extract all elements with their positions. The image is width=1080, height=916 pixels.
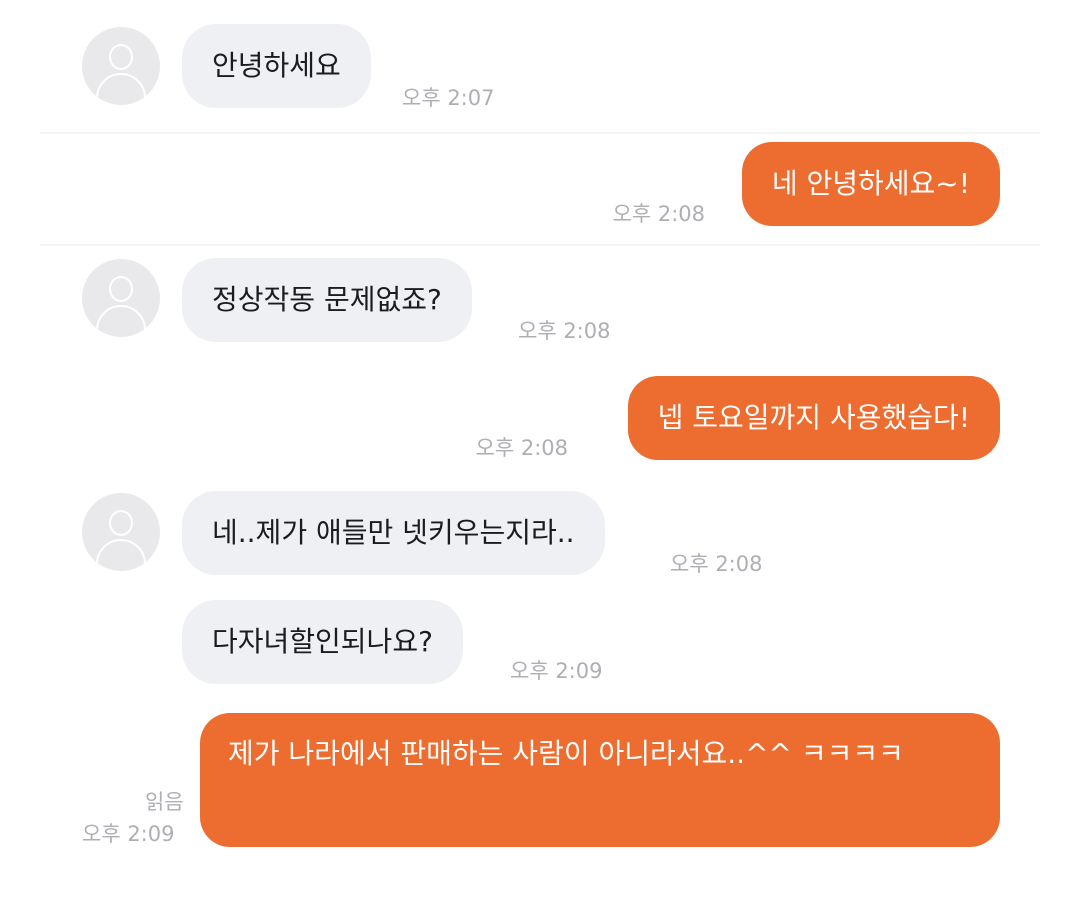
incoming-message-bubble[interactable]: 네..제가 애들만 넷키우는지라.. bbox=[182, 491, 605, 575]
avatar-shoulders-shape bbox=[96, 73, 146, 105]
avatar-shoulders-shape bbox=[96, 539, 146, 571]
outgoing-message-bubble[interactable]: 제가 나라에서 판매하는 사람이 아니라서요..^^ ㅋㅋㅋㅋ bbox=[200, 713, 1000, 847]
read-receipt: 읽음 bbox=[145, 790, 184, 814]
avatar-head-shape bbox=[109, 276, 133, 302]
chat-thread: 안녕하세요 오후 2:07 네 안녕하세요~! 오후 2:08 정상작동 문제없… bbox=[0, 0, 1080, 916]
message-timestamp: 오후 2:08 bbox=[670, 552, 763, 576]
avatar-head-shape bbox=[109, 510, 133, 536]
message-timestamp: 오후 2:09 bbox=[510, 659, 603, 683]
message-timestamp: 오후 2:09 bbox=[82, 822, 175, 846]
avatar-head-shape bbox=[109, 44, 133, 70]
avatar-icon[interactable] bbox=[82, 493, 160, 571]
incoming-message-bubble[interactable]: 정상작동 문제없죠? bbox=[182, 258, 472, 342]
outgoing-message-bubble[interactable]: 네 안녕하세요~! bbox=[741, 142, 1000, 226]
message-timestamp: 오후 2:08 bbox=[612, 202, 705, 226]
incoming-message-bubble[interactable]: 안녕하세요 bbox=[182, 24, 371, 108]
message-timestamp: 오후 2:07 bbox=[402, 86, 495, 110]
avatar-icon[interactable] bbox=[82, 259, 160, 337]
message-timestamp: 오후 2:08 bbox=[475, 436, 568, 460]
incoming-message-bubble[interactable]: 다자녀할인되나요? bbox=[182, 600, 463, 684]
avatar-icon[interactable] bbox=[82, 27, 160, 105]
message-timestamp: 오후 2:08 bbox=[518, 319, 611, 343]
avatar-shoulders-shape bbox=[96, 305, 146, 337]
divider bbox=[40, 244, 1040, 246]
divider bbox=[40, 132, 1040, 134]
outgoing-message-bubble[interactable]: 넵 토요일까지 사용했습다! bbox=[627, 376, 1000, 460]
